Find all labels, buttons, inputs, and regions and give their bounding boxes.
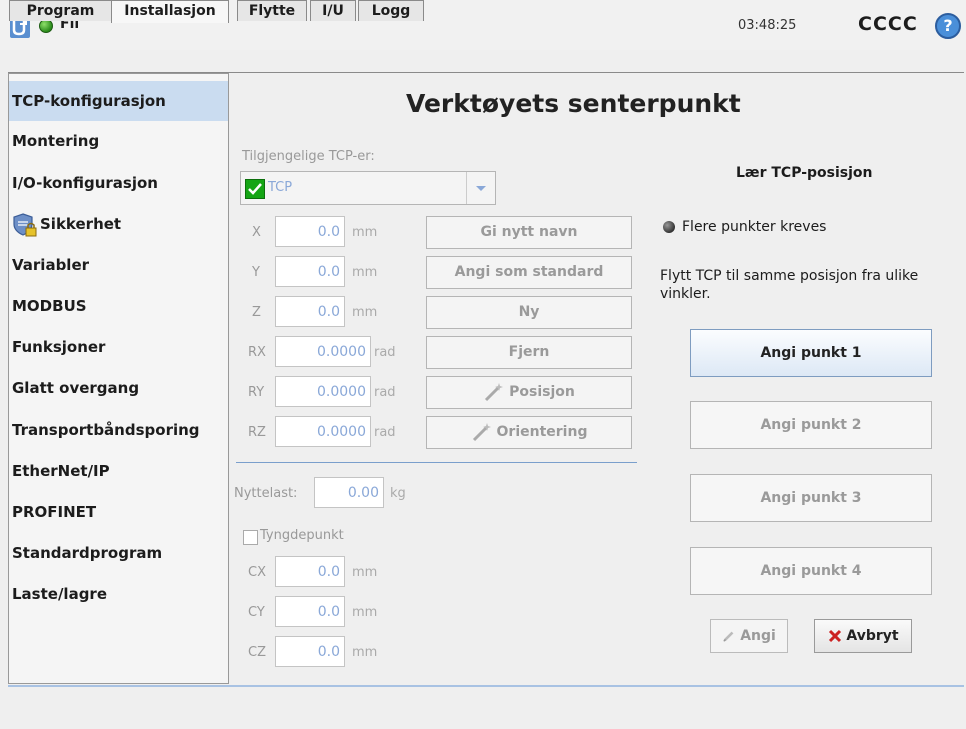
cx-unit: mm: [352, 565, 378, 580]
rx-field[interactable]: 0.0000: [275, 336, 371, 367]
cx-field[interactable]: 0.0: [275, 556, 345, 587]
cog-checkbox[interactable]: [243, 530, 258, 545]
teach-heading: Lær TCP-posisjon: [736, 165, 873, 181]
position-wizard-label: Posisjon: [509, 384, 575, 400]
y-label: Y: [252, 265, 260, 280]
tcp-select[interactable]: TCP: [240, 171, 496, 205]
teach-instruction: Flytt TCP til samme posisjon fra ulike v…: [660, 268, 919, 302]
remove-button[interactable]: Fjern: [426, 336, 632, 369]
sidebar-item-io-setup[interactable]: I/O-konfigurasjon: [9, 163, 228, 203]
magic-wand-icon: [485, 383, 504, 402]
set-point-1-button[interactable]: Angi punkt 1: [690, 329, 932, 377]
tcp-config-panel: Verktøyets senterpunkt Tilgjengelige TCP…: [228, 73, 964, 685]
payload-field[interactable]: 0.00: [314, 477, 384, 508]
page-title: Verktøyets senterpunkt: [406, 89, 741, 118]
tab-installation[interactable]: Installasjon: [111, 0, 229, 23]
available-tcps-label: Tilgjengelige TCP-er:: [242, 149, 375, 164]
tcp-select-value: TCP: [268, 180, 293, 195]
set-point-4-button[interactable]: Angi punkt 4: [690, 547, 932, 595]
sidebar-item-label: Sikkerhet: [40, 215, 122, 233]
new-button[interactable]: Ny: [426, 296, 632, 329]
x-label: X: [252, 225, 261, 240]
cog-label: Tyngdepunkt: [260, 528, 344, 543]
cy-field[interactable]: 0.0: [275, 596, 345, 627]
orientation-wizard-label: Orientering: [496, 424, 588, 440]
pencil-check-icon: [723, 631, 734, 642]
section-divider: [236, 462, 637, 463]
sidebar-item-profinet[interactable]: PROFINET: [9, 492, 228, 532]
shield-lock-icon: [13, 212, 37, 236]
rename-button[interactable]: Gi nytt navn: [426, 216, 632, 249]
checkmark-icon: [245, 179, 265, 199]
apply-button[interactable]: Angi: [710, 619, 788, 653]
sidebar-item-default-program[interactable]: Standardprogram: [9, 533, 228, 573]
payload-unit: kg: [390, 486, 406, 501]
set-point-2-button[interactable]: Angi punkt 2: [690, 401, 932, 449]
position-wizard-button[interactable]: Posisjon: [426, 376, 632, 409]
z-unit: mm: [352, 305, 378, 320]
rx-label: RX: [248, 345, 266, 360]
sidebar-item-modbus[interactable]: MODBUS: [9, 286, 228, 326]
magic-wand-icon: [472, 423, 491, 442]
payload-label: Nyttelast:: [234, 486, 298, 501]
sidebar-item-load-save[interactable]: Laste/lagre: [9, 574, 228, 614]
cz-unit: mm: [352, 645, 378, 660]
sidebar-item-conveyor-tracking[interactable]: Transportbåndsporing: [9, 410, 228, 450]
tab-log[interactable]: Logg: [358, 0, 424, 21]
chevron-down-icon[interactable]: [466, 172, 495, 204]
ry-field[interactable]: 0.0000: [275, 376, 371, 407]
sidebar-item-variables[interactable]: Variabler: [9, 245, 228, 285]
status-indicator-icon: [663, 221, 675, 233]
tab-move[interactable]: Flytte: [237, 0, 307, 21]
ry-label: RY: [248, 385, 265, 400]
sidebar-item-smooth-transition[interactable]: Glatt overgang: [9, 368, 228, 408]
cancel-button[interactable]: Avbryt: [814, 619, 912, 653]
rz-field[interactable]: 0.0000: [275, 416, 371, 447]
orientation-wizard-button[interactable]: Orientering: [426, 416, 632, 449]
robot-name: CCCC: [858, 13, 918, 35]
cy-label: CY: [248, 605, 265, 620]
rz-unit: rad: [374, 425, 396, 440]
ry-unit: rad: [374, 385, 396, 400]
teach-status: Flere punkter kreves: [682, 219, 827, 235]
tab-program[interactable]: Program: [9, 0, 112, 21]
sidebar: TCP-konfigurasjon Montering I/O-konfigur…: [8, 73, 229, 684]
set-point-3-button[interactable]: Angi punkt 3: [690, 474, 932, 522]
help-icon[interactable]: ?: [935, 13, 961, 39]
sidebar-item-features[interactable]: Funksjoner: [9, 327, 228, 367]
sidebar-item-mounting[interactable]: Montering: [9, 121, 228, 161]
tab-io[interactable]: I/U: [310, 0, 356, 21]
x-field[interactable]: 0.0: [275, 216, 345, 247]
cy-unit: mm: [352, 605, 378, 620]
set-default-button[interactable]: Angi som standard: [426, 256, 632, 289]
rz-label: RZ: [248, 425, 266, 440]
cx-label: CX: [248, 565, 266, 580]
sidebar-item-safety[interactable]: Sikkerhet: [9, 204, 228, 244]
sidebar-item-tcp[interactable]: TCP-konfigurasjon: [9, 81, 228, 121]
cz-field[interactable]: 0.0: [275, 636, 345, 667]
bottom-divider: [8, 685, 964, 687]
x-unit: mm: [352, 225, 378, 240]
y-unit: mm: [352, 265, 378, 280]
rx-unit: rad: [374, 345, 396, 360]
z-label: Z: [252, 305, 261, 320]
close-icon: [829, 629, 842, 643]
z-field[interactable]: 0.0: [275, 296, 345, 327]
y-field[interactable]: 0.0: [275, 256, 345, 287]
sidebar-item-ethernet-ip[interactable]: EtherNet/IP: [9, 451, 228, 491]
cancel-label: Avbryt: [846, 628, 899, 644]
cz-label: CZ: [248, 645, 266, 660]
robot-status-icon: [39, 19, 53, 33]
apply-label: Angi: [740, 628, 776, 644]
clock: 03:48:25: [738, 18, 797, 33]
